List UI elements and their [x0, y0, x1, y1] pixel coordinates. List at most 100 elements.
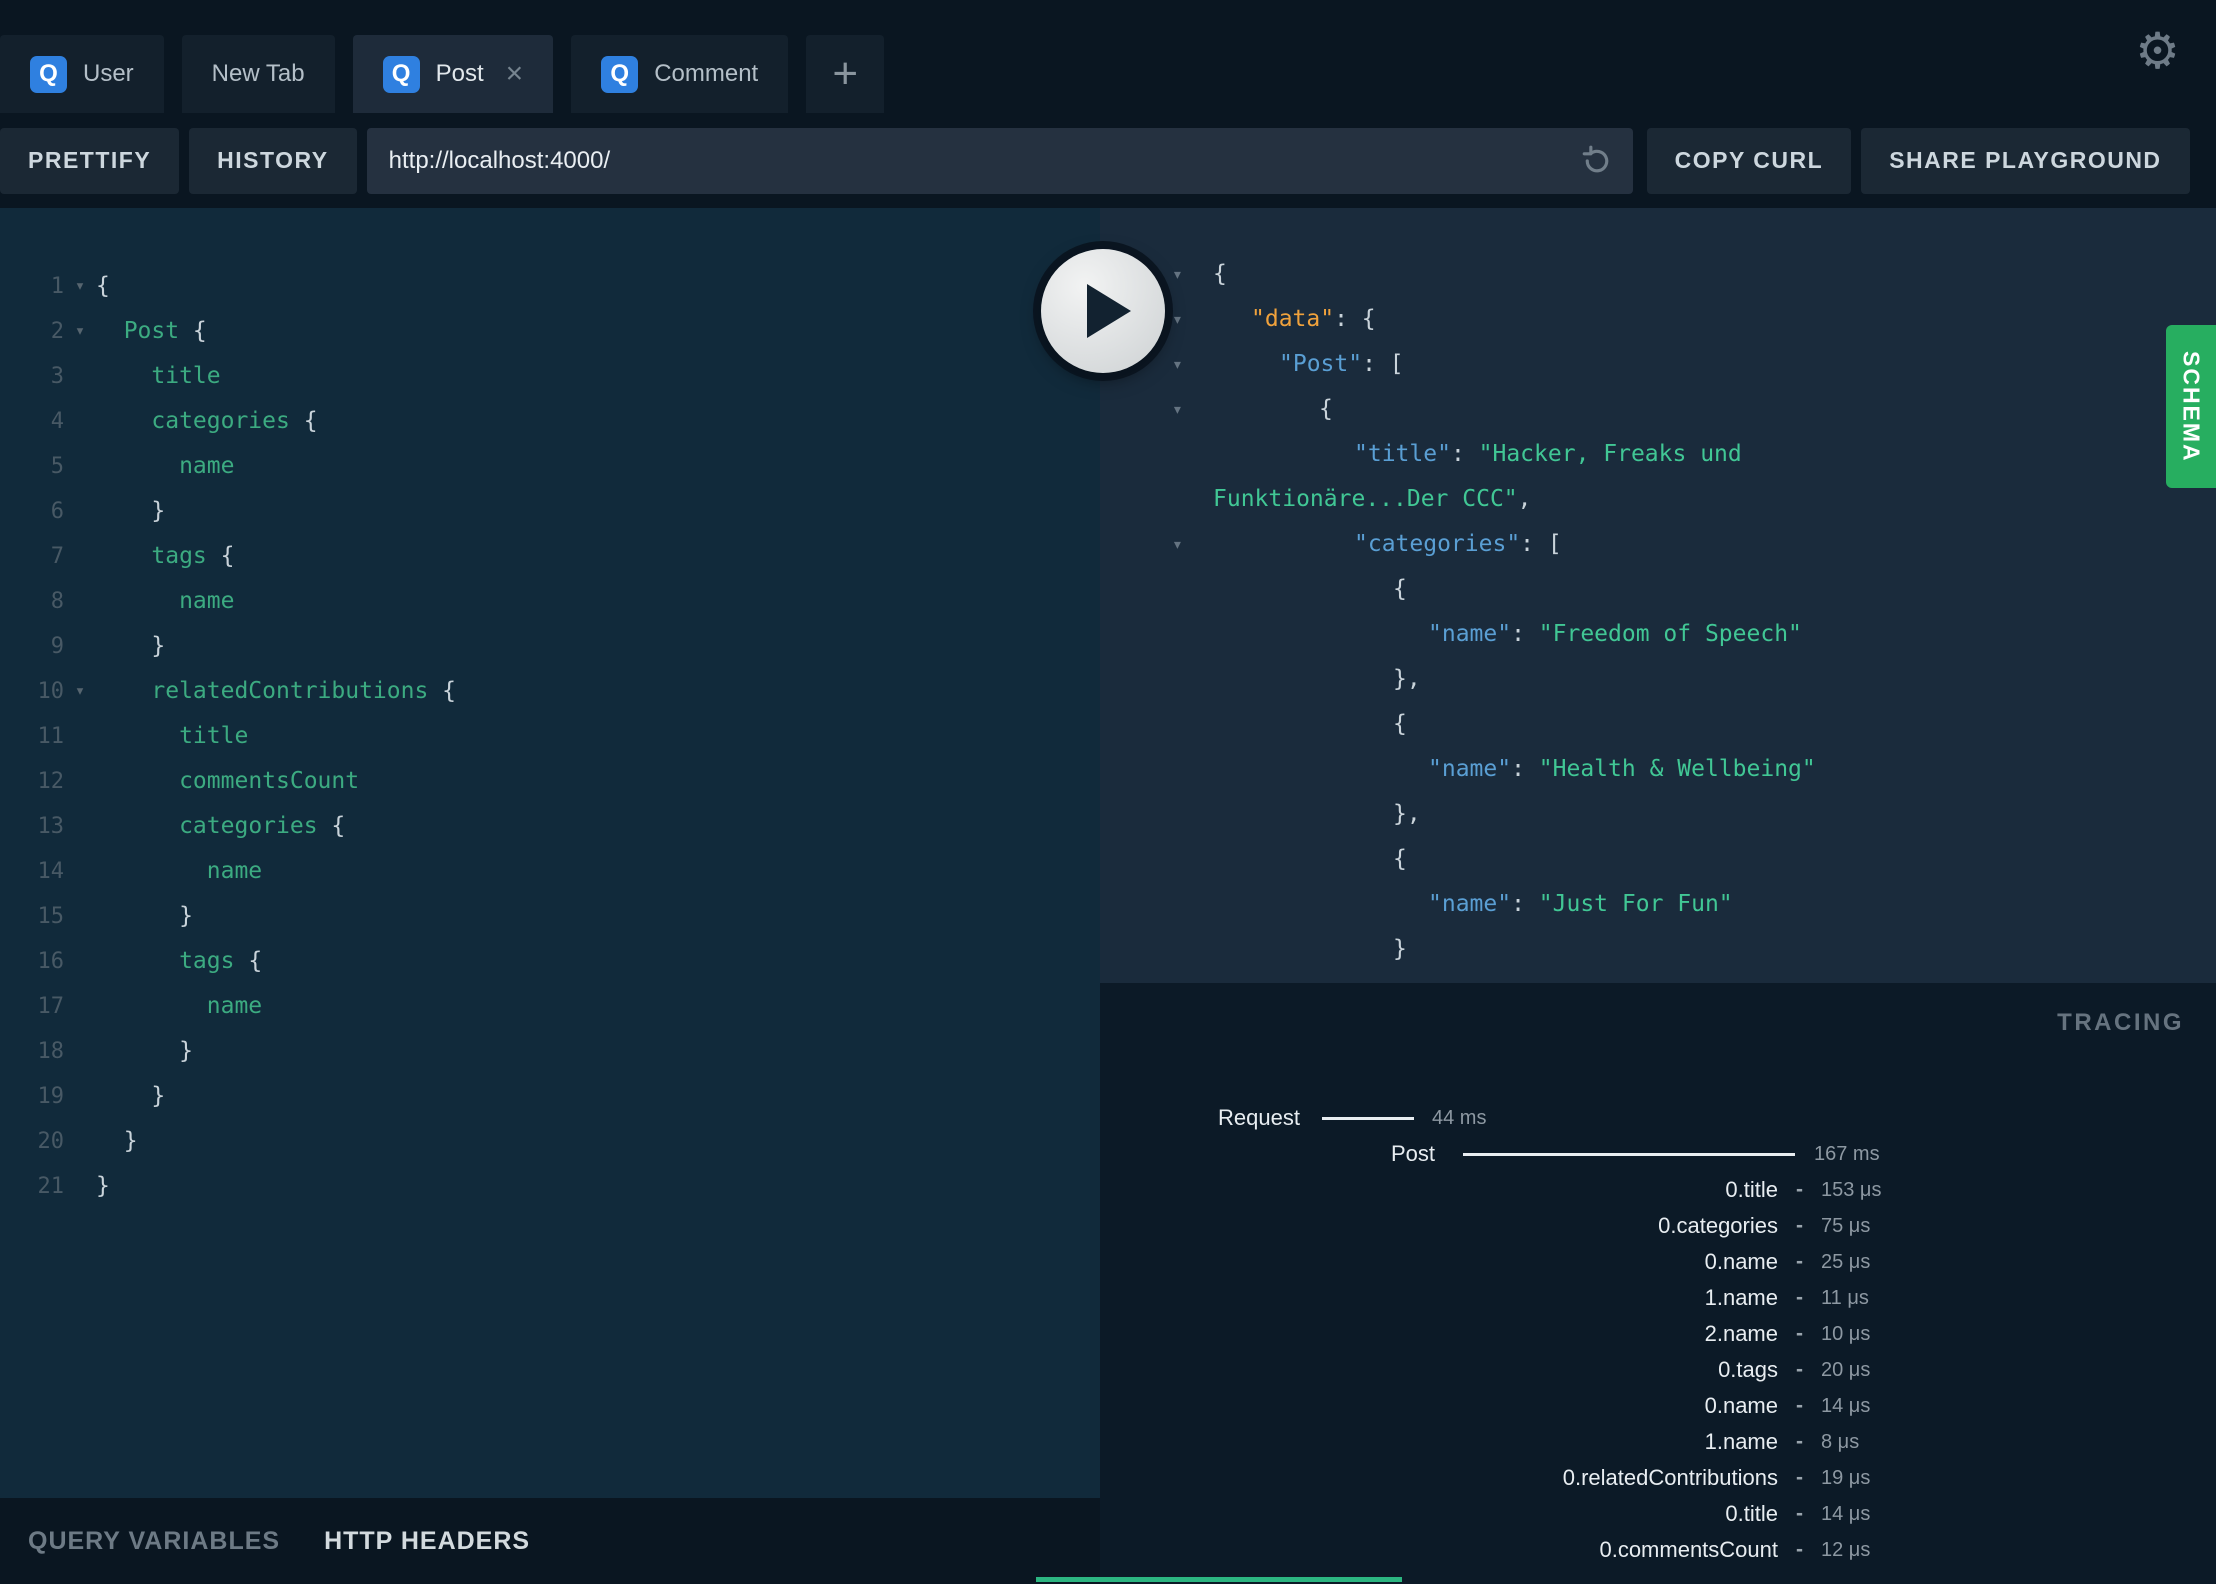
collapse-arrow-icon[interactable]: ▾: [1172, 252, 1213, 297]
query-code[interactable]: title: [96, 714, 248, 759]
query-code[interactable]: }: [96, 894, 193, 939]
collapse-arrow-icon[interactable]: ▾: [1172, 297, 1213, 342]
trace-time: 153 μs: [1821, 1179, 1882, 1201]
query-code[interactable]: categories {: [96, 399, 317, 444]
query-code[interactable]: tags {: [96, 939, 262, 984]
query-code[interactable]: }: [96, 1074, 165, 1119]
trace-row: 1.name -11 μs: [1100, 1280, 2216, 1316]
trace-time: 11 μs: [1821, 1287, 1869, 1309]
settings-gear-icon[interactable]: ⚙: [2135, 26, 2180, 76]
trace-label: 0.name: [1704, 1393, 1778, 1418]
tab-post[interactable]: Q Post ×: [352, 35, 554, 113]
line-number: 10: [37, 679, 65, 704]
query-line: 20}: [0, 1119, 1100, 1164]
prettify-button[interactable]: PRETTIFY: [0, 127, 180, 194]
response-pane: ▾{▾ "data": {▾ "Post": [▾{"title": "Hacker…: [1100, 208, 2216, 983]
query-code[interactable]: }: [96, 1029, 193, 1074]
trace-label: 0.name: [1704, 1249, 1778, 1274]
trace-dash: -: [1796, 1286, 1803, 1309]
collapse-arrow-icon[interactable]: ▾: [1172, 342, 1213, 387]
query-code[interactable]: {: [96, 264, 110, 309]
query-line: 19}: [0, 1074, 1100, 1119]
trace-row: 0.commentsCount -12 μs: [1100, 1532, 2216, 1568]
trace-label: 1.name: [1704, 1429, 1778, 1454]
response-code: Funktionäre...Der CCC",: [1213, 486, 1532, 512]
query-code[interactable]: name: [96, 849, 262, 894]
query-badge-icon: Q: [30, 55, 67, 93]
trace-dash: -: [1796, 1394, 1803, 1417]
schema-tab[interactable]: SCHEMA: [2166, 325, 2216, 488]
trace-rows: Request 44 ms Post 167 ms 0.title -153 μs 0.ca…: [1100, 1100, 2216, 1568]
query-code[interactable]: }: [96, 1119, 138, 1164]
query-line: 6}: [0, 489, 1100, 534]
trace-row: 0.relatedContributions -19 μs: [1100, 1460, 2216, 1496]
trace-dash: -: [1796, 1214, 1803, 1237]
response-line: },: [1100, 792, 2216, 837]
url-bar[interactable]: http://localhost:4000/: [366, 127, 1633, 194]
copy-curl-button[interactable]: COPY CURL: [1646, 127, 1852, 194]
trace-row: 0.title -14 μs: [1100, 1496, 2216, 1532]
trace-label: 0.tags: [1718, 1357, 1778, 1382]
tab-comment[interactable]: Q Comment: [571, 35, 789, 113]
query-code[interactable]: Post {: [96, 309, 207, 354]
query-code[interactable]: }: [96, 1164, 110, 1209]
tab-user[interactable]: Q User: [0, 35, 164, 113]
collapse-arrow-icon[interactable]: ▾: [1172, 387, 1213, 432]
query-code[interactable]: name: [96, 579, 234, 624]
response-line: ▾{: [1100, 387, 2216, 432]
response-code: {: [1393, 576, 1407, 602]
trace-label: 0.title: [1725, 1501, 1778, 1526]
response-line: {: [1100, 702, 2216, 747]
query-code[interactable]: }: [96, 489, 165, 534]
collapse-arrow-icon[interactable]: ▾: [1172, 522, 1213, 567]
bottom-tab-query-variables[interactable]: QUERY VARIABLES: [28, 1527, 280, 1556]
trace-label: 0.commentsCount: [1599, 1537, 1778, 1562]
variables-bar-tabs: QUERY VARIABLES HTTP HEADERS: [28, 1527, 530, 1556]
trace-timing-bar: [1322, 1117, 1414, 1120]
schema-tab-label: SCHEMA: [2178, 350, 2205, 463]
line-number: 3: [50, 364, 64, 389]
query-line: 10 ▾ relatedContributions {: [0, 669, 1100, 714]
trace-time: 14 μs: [1821, 1503, 1871, 1525]
reload-schema-icon[interactable]: [1579, 143, 1615, 179]
query-code[interactable]: name: [96, 444, 234, 489]
execute-button[interactable]: [1041, 249, 1165, 373]
query-line: 7 tags {: [0, 534, 1100, 579]
query-code[interactable]: title: [96, 354, 220, 399]
response-line: ▾ "data": {: [1100, 297, 2216, 342]
query-code[interactable]: tags {: [96, 534, 234, 579]
query-code[interactable]: commentsCount: [96, 759, 359, 804]
query-code[interactable]: }: [96, 624, 165, 669]
url-input-value[interactable]: http://localhost:4000/: [389, 147, 610, 175]
query-line: 17 name: [0, 984, 1100, 1029]
query-code[interactable]: name: [96, 984, 262, 1029]
query-code[interactable]: relatedContributions {: [96, 669, 456, 714]
line-number: 7: [50, 544, 64, 569]
line-number: 9: [50, 634, 64, 659]
trace-dash: -: [1796, 1466, 1803, 1489]
fold-gutter: [64, 714, 96, 759]
trace-dash: -: [1796, 1502, 1803, 1525]
close-icon[interactable]: ×: [506, 59, 524, 89]
trace-dash: -: [1796, 1538, 1803, 1561]
fold-gutter: [64, 1029, 96, 1074]
trace-time: 167 ms: [1814, 1143, 1880, 1165]
trace-time: 44 ms: [1432, 1107, 1487, 1129]
fold-arrow-icon[interactable]: ▾: [64, 669, 96, 714]
query-code[interactable]: categories {: [96, 804, 345, 849]
query-line: 8 name: [0, 579, 1100, 624]
collapse-gutter: [1172, 432, 1213, 477]
query-editor[interactable]: 1 ▾{2 ▾ Post {3 title 4 categories {5 name 6} 7 ta…: [0, 208, 1100, 1498]
new-tab-button[interactable]: +: [806, 35, 885, 113]
line-number: 12: [37, 769, 65, 794]
trace-dash: -: [1796, 1322, 1803, 1345]
query-line: 21}: [0, 1164, 1100, 1209]
fold-gutter: [64, 1119, 96, 1164]
share-playground-button[interactable]: SHARE PLAYGROUND: [1861, 127, 2190, 194]
history-button[interactable]: HISTORY: [189, 127, 357, 194]
trace-time: 75 μs: [1821, 1215, 1871, 1237]
tab-new-tab[interactable]: New Tab: [181, 35, 335, 113]
fold-arrow-icon[interactable]: ▾: [64, 264, 96, 309]
bottom-tab-http-headers[interactable]: HTTP HEADERS: [324, 1527, 530, 1556]
fold-arrow-icon[interactable]: ▾: [64, 309, 96, 354]
